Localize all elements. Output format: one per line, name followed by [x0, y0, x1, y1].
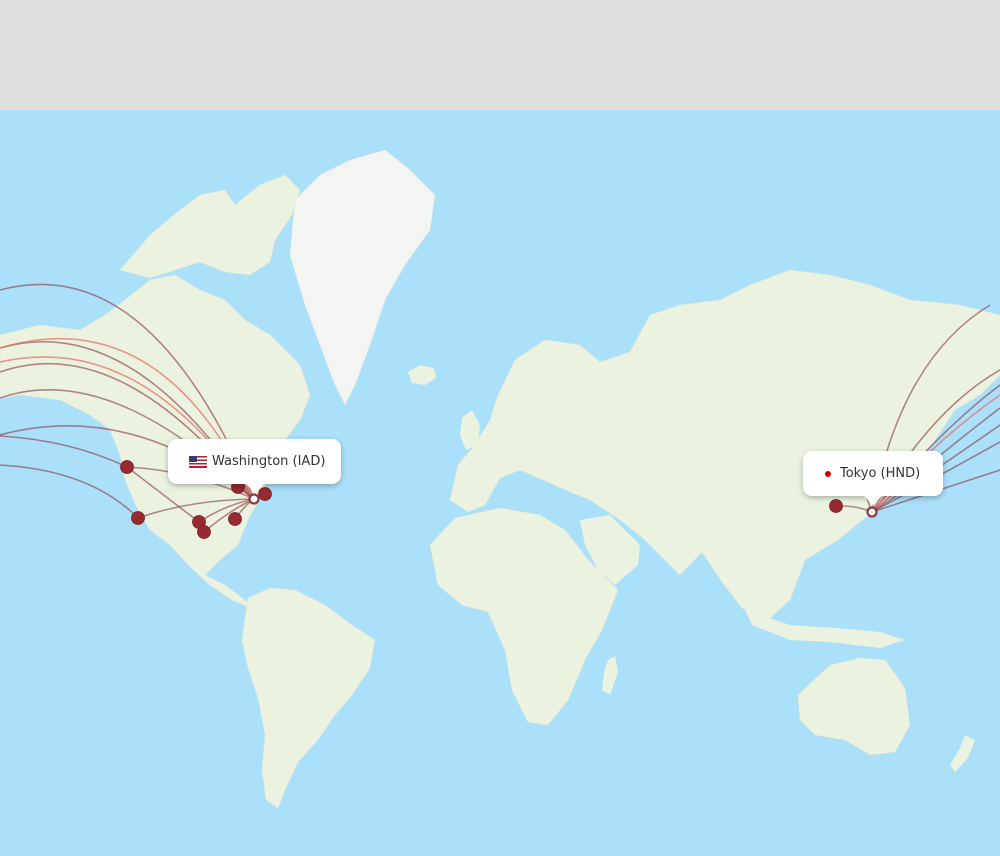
airport-marker[interactable] [120, 460, 134, 474]
washington-airport-pin[interactable] [248, 493, 260, 505]
red-dot-icon [825, 470, 831, 477]
airport-marker[interactable] [131, 511, 145, 525]
airport-marker[interactable] [197, 525, 211, 539]
us-flag-icon [189, 455, 207, 468]
tokyo-airport-pin[interactable] [866, 506, 878, 518]
destination-callout[interactable]: Tokyo (HND) [803, 451, 943, 505]
header-band [0, 0, 1000, 110]
airport-marker[interactable] [829, 499, 843, 513]
origin-label: Washington (IAD) [212, 454, 326, 469]
airport-marker[interactable] [228, 512, 242, 526]
origin-callout[interactable]: Washington (IAD) [168, 439, 341, 493]
destination-label: Tokyo (HND) [840, 466, 921, 481]
